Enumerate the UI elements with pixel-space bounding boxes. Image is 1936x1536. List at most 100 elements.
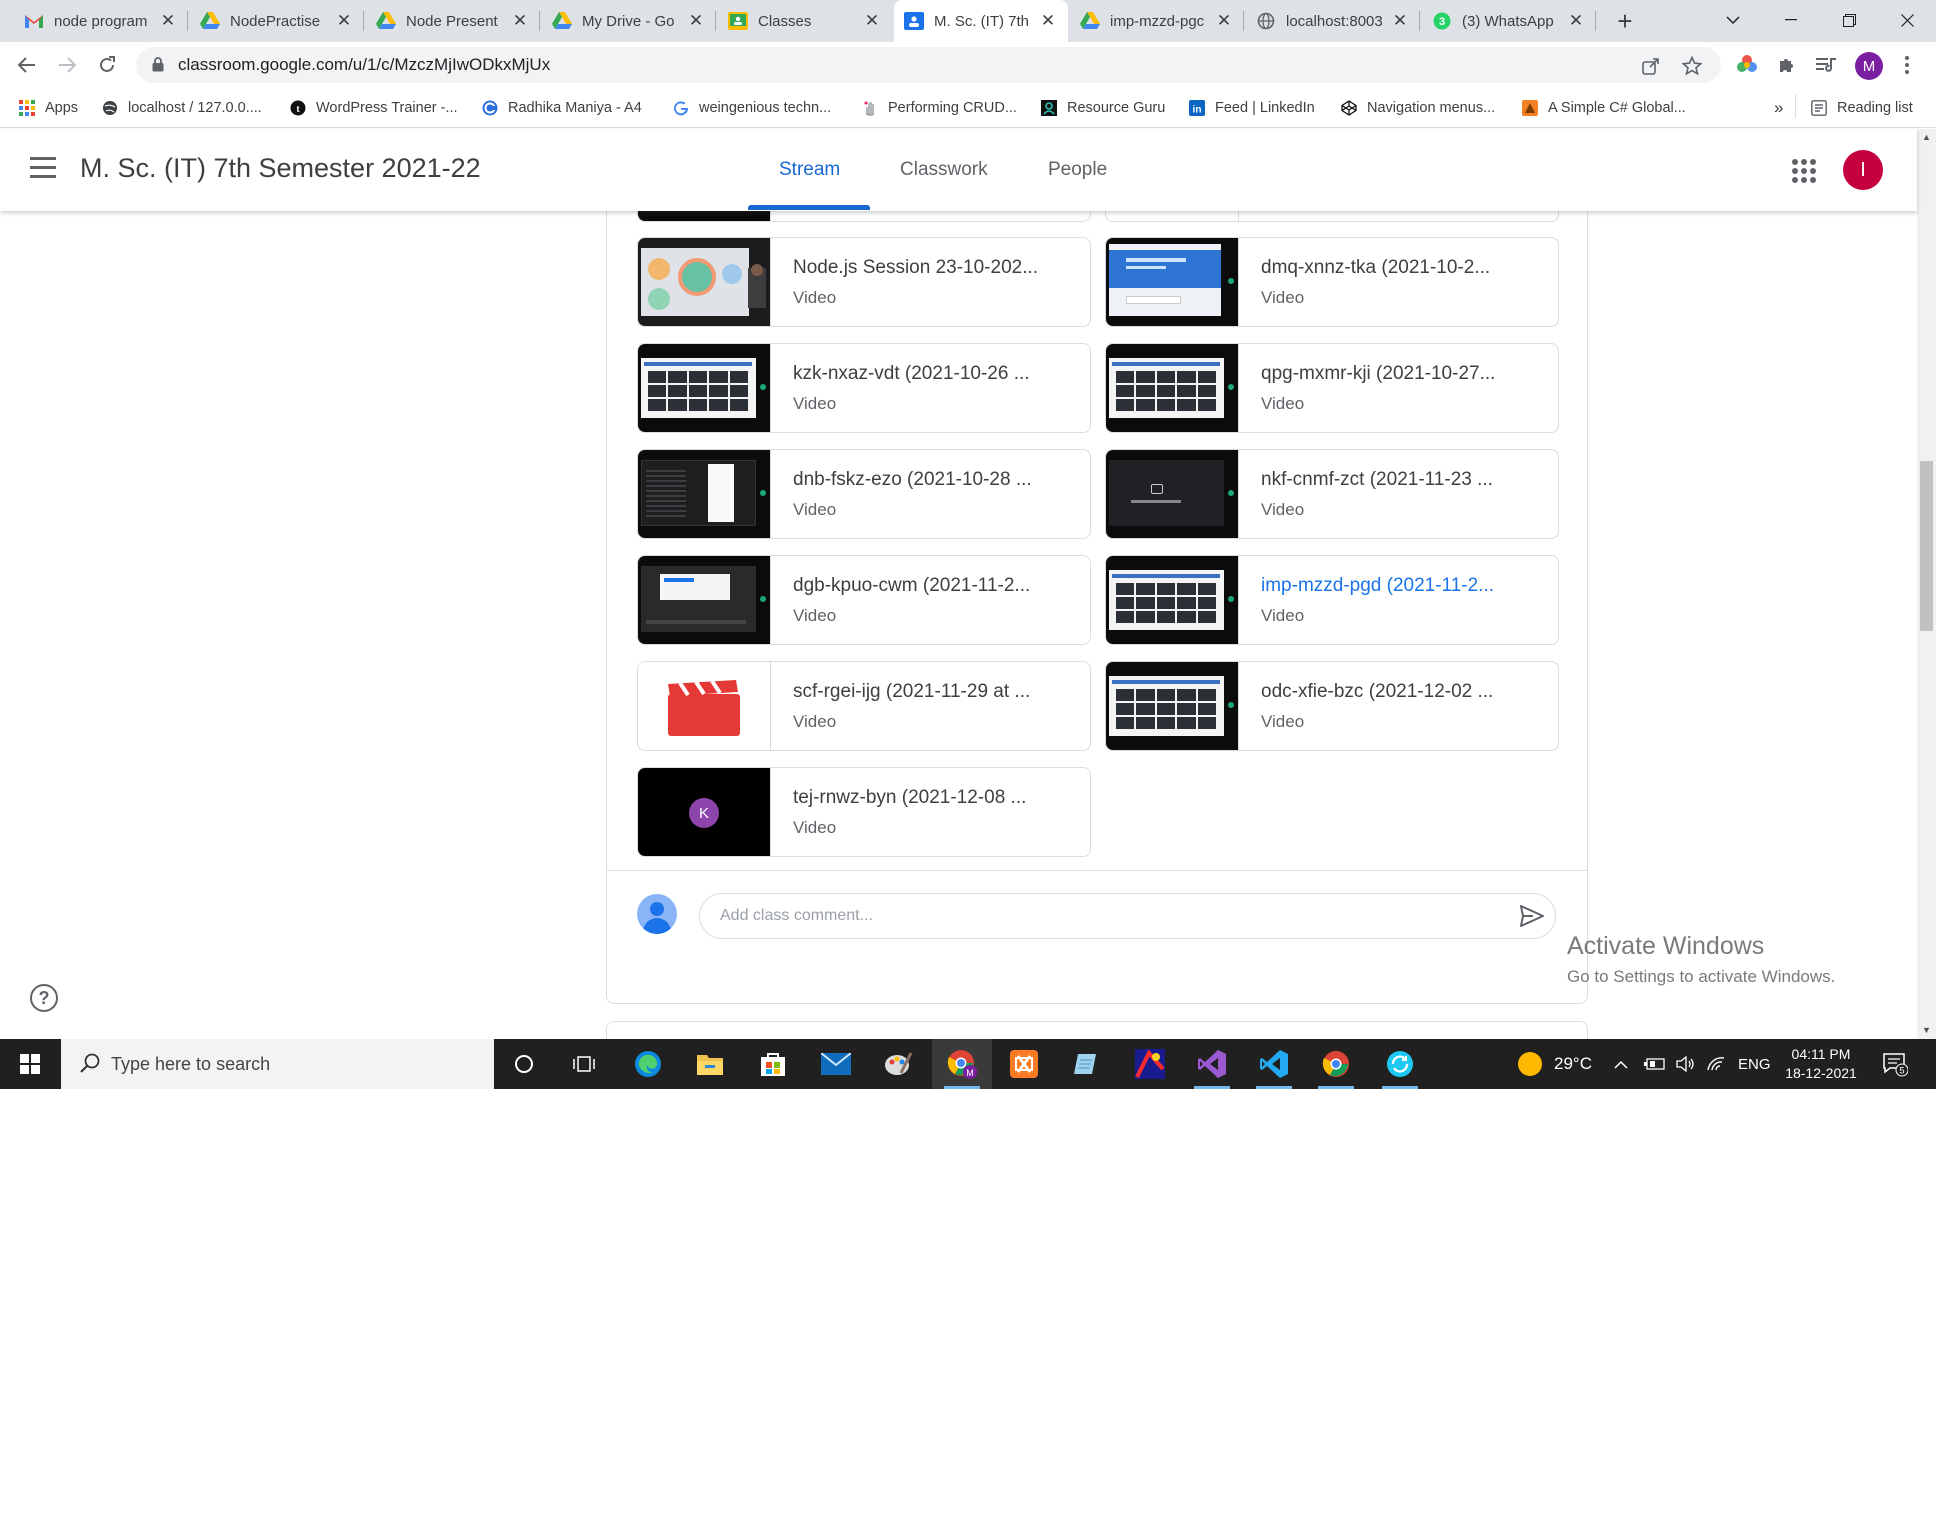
close-window-icon[interactable] [1884, 0, 1930, 40]
browser-tab[interactable]: NodePractise ✕ [190, 0, 364, 42]
vscode-icon[interactable] [1244, 1039, 1304, 1089]
sync-icon[interactable] [1370, 1039, 1430, 1089]
attachment-card[interactable]: imp-mzzd-pgd (2021-11-2... Video [1105, 555, 1559, 645]
attachment-card-partial[interactable]: Video [1105, 211, 1559, 222]
back-arrow-icon[interactable] [10, 48, 44, 82]
bookmark-apps[interactable]: Apps [18, 96, 78, 120]
attachment-title[interactable]: dmq-xnnz-tka (2021-10-2... [1261, 257, 1546, 279]
kebab-menu-icon[interactable] [1894, 52, 1920, 78]
media-queue-icon[interactable] [1813, 52, 1839, 78]
tab-close-icon[interactable]: ✕ [334, 11, 354, 31]
paint-icon[interactable] [868, 1039, 928, 1089]
tab-close-icon[interactable]: ✕ [686, 11, 706, 31]
attachment-title[interactable]: scf-rgei-ijg (2021-11-29 at ... [793, 681, 1078, 703]
attachment-title[interactable]: nkf-cnmf-zct (2021-11-23 ... [1261, 469, 1546, 491]
google-apps-icon[interactable] [1792, 159, 1816, 183]
bookmark-weingenious[interactable]: weingenious techn... [672, 96, 831, 120]
attachment-card-partial[interactable]: Video [637, 211, 1091, 222]
share-icon[interactable] [1641, 56, 1661, 76]
visual-studio-icon[interactable] [1182, 1039, 1242, 1089]
scroll-down-arrow-icon[interactable]: ▼ [1917, 1022, 1936, 1039]
browser-tab[interactable]: 3 (3) WhatsApp ✕ [1422, 0, 1596, 42]
notepad-icon[interactable] [1056, 1039, 1116, 1089]
attachment-card[interactable]: Node.js Session 23-10-202... Video [637, 237, 1091, 327]
weather-widget[interactable]: 29°C [1518, 1039, 1592, 1089]
attachment-title[interactable]: qpg-mxmr-kji (2021-10-27... [1261, 363, 1546, 385]
bookmark-navigation[interactable]: Navigation menus... [1340, 96, 1495, 120]
extensions-puzzle-icon[interactable] [1774, 52, 1800, 78]
wifi-icon[interactable] [1706, 1039, 1726, 1089]
browser-tab[interactable]: Node Present ✕ [366, 0, 540, 42]
scrollbar-thumb[interactable] [1920, 461, 1933, 631]
tab-close-icon[interactable]: ✕ [862, 11, 882, 31]
photoshop-icon[interactable] [1120, 1039, 1180, 1089]
attachment-title[interactable]: dnb-fskz-ezo (2021-10-28 ... [793, 469, 1078, 491]
tab-people[interactable]: People [1048, 159, 1107, 181]
attachment-title[interactable]: kzk-nxaz-vdt (2021-10-26 ... [793, 363, 1078, 385]
bookmark-localhost[interactable]: localhost / 127.0.0.... [101, 96, 262, 120]
tab-stream[interactable]: Stream [779, 159, 840, 181]
attachment-card[interactable]: scf-rgei-ijg (2021-11-29 at ... Video [637, 661, 1091, 751]
main-menu-icon[interactable] [30, 157, 56, 179]
tab-classwork[interactable]: Classwork [900, 159, 988, 181]
attachment-card[interactable]: dgb-kpuo-cwm (2021-11-2... Video [637, 555, 1091, 645]
bookmark-crud[interactable]: Performing CRUD... [861, 96, 1017, 120]
bookmark-linkedin[interactable]: in Feed | LinkedIn [1188, 96, 1315, 120]
attachment-title[interactable]: Node.js Session 23-10-202... [793, 257, 1078, 279]
volume-icon[interactable] [1676, 1039, 1696, 1089]
system-clock[interactable]: 04:11 PM 18-12-2021 [1776, 1045, 1866, 1083]
battery-icon[interactable] [1644, 1039, 1666, 1089]
browser-tab-active[interactable]: M. Sc. (IT) 7th ✕ [894, 0, 1068, 42]
tab-close-icon[interactable]: ✕ [1566, 11, 1586, 31]
attachment-title[interactable]: dgb-kpuo-cwm (2021-11-2... [793, 575, 1078, 597]
bookmark-csharp[interactable]: A Simple C# Global... [1521, 96, 1686, 120]
file-explorer-icon[interactable] [680, 1039, 740, 1089]
microsoft-store-icon[interactable] [743, 1039, 803, 1089]
browser-tab[interactable]: imp-mzzd-pgc ✕ [1070, 0, 1244, 42]
tab-close-icon[interactable]: ✕ [510, 11, 530, 31]
new-tab-button[interactable]: + [1610, 6, 1640, 36]
chrome-icon[interactable] [1306, 1039, 1366, 1089]
browser-tab[interactable]: node program ✕ [14, 0, 188, 42]
address-bar[interactable]: classroom.google.com/u/1/c/MzczMjIwODkxM… [136, 47, 1721, 83]
tab-close-icon[interactable]: ✕ [1038, 11, 1058, 31]
reload-icon[interactable] [90, 48, 124, 82]
help-icon[interactable]: ? [30, 984, 58, 1012]
attachment-card[interactable]: Ktej-rnwz-byn (2021-12-08 ... Video [637, 767, 1091, 857]
tab-search-chevron-icon[interactable] [1710, 0, 1756, 40]
attachment-title[interactable]: odc-xfie-bzc (2021-12-02 ... [1261, 681, 1546, 703]
bookmark-wordpress[interactable]: t WordPress Trainer -... [289, 96, 458, 120]
attachment-title[interactable]: imp-mzzd-pgd (2021-11-2... [1261, 575, 1546, 597]
language-indicator[interactable]: ENG [1738, 1039, 1771, 1089]
cortana-icon[interactable] [494, 1039, 554, 1089]
browser-tab[interactable]: Classes ✕ [718, 0, 892, 42]
forward-arrow-icon[interactable] [50, 48, 84, 82]
reading-list-button[interactable]: Reading list [1810, 96, 1913, 120]
color-wheel-extension-icon[interactable] [1734, 52, 1760, 78]
attachment-card[interactable]: dmq-xnnz-tka (2021-10-2... Video [1105, 237, 1559, 327]
task-view-icon[interactable] [554, 1039, 614, 1089]
tab-close-icon[interactable]: ✕ [1214, 11, 1234, 31]
tray-chevron-icon[interactable] [1614, 1039, 1628, 1089]
attachment-card[interactable]: dnb-fskz-ezo (2021-10-28 ... Video [637, 449, 1091, 539]
page-scrollbar[interactable]: ▲ ▼ [1917, 129, 1936, 1039]
class-title[interactable]: M. Sc. (IT) 7th Semester 2021-22 [80, 153, 481, 184]
browser-profile-avatar[interactable]: M [1855, 52, 1883, 80]
bookmarks-overflow-button[interactable]: » [1774, 96, 1783, 120]
bookmark-resource-guru[interactable]: Resource Guru [1040, 96, 1165, 120]
tab-close-icon[interactable]: ✕ [1390, 11, 1410, 31]
attachment-title[interactable]: tej-rnwz-byn (2021-12-08 ... [793, 787, 1078, 809]
edge-icon[interactable] [618, 1039, 678, 1089]
chrome-profile-icon[interactable]: M [932, 1039, 992, 1089]
tab-close-icon[interactable]: ✕ [158, 11, 178, 31]
url-text[interactable]: classroom.google.com/u/1/c/MzczMjIwODkxM… [178, 55, 550, 75]
browser-tab[interactable]: localhost:8003 ✕ [1246, 0, 1420, 42]
attachment-card[interactable]: odc-xfie-bzc (2021-12-02 ... Video [1105, 661, 1559, 751]
xampp-icon[interactable] [994, 1039, 1054, 1089]
windows-start-icon[interactable] [0, 1039, 60, 1089]
user-avatar[interactable]: I [1843, 150, 1883, 190]
notifications-icon[interactable]: 5 [1882, 1039, 1908, 1089]
taskbar-search-box[interactable]: Type here to search [61, 1039, 494, 1089]
minimize-icon[interactable] [1768, 0, 1814, 40]
attachment-card[interactable]: qpg-mxmr-kji (2021-10-27... Video [1105, 343, 1559, 433]
